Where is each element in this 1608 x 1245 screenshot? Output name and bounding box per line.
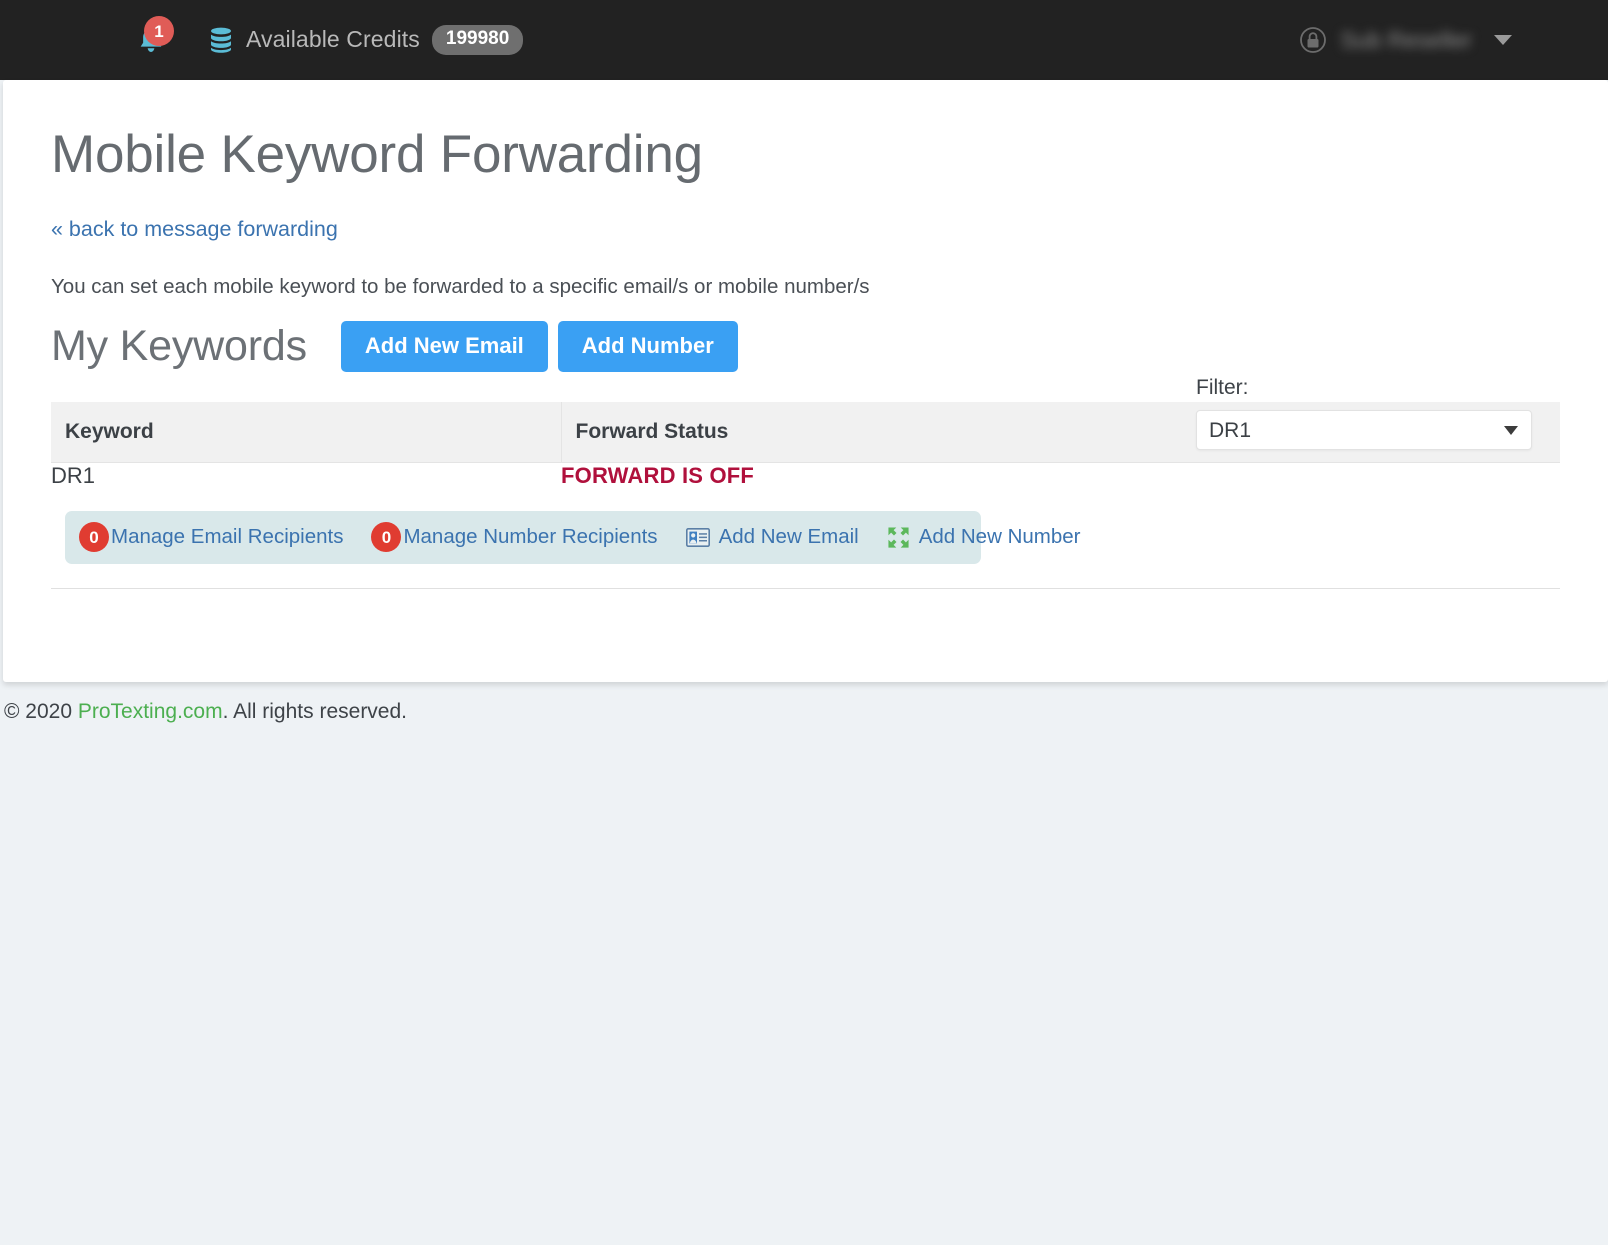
manage-email-recipients-label: Manage Email Recipients [111, 525, 344, 549]
keywords-table-body: DR1 FORWARD IS OFF 0 Manage Email Recipi… [51, 463, 1560, 590]
arrows-expand-icon [888, 527, 909, 548]
vcard-icon [685, 527, 710, 547]
notification-badge: 1 [144, 16, 174, 46]
back-to-message-forwarding-link[interactable]: « back to message forwarding [51, 217, 338, 242]
database-icon [211, 27, 231, 53]
row-divider [51, 588, 1560, 590]
footer-brand-link[interactable]: ProTexting.com [78, 700, 223, 723]
table-row: DR1 FORWARD IS OFF [51, 463, 1560, 490]
topbar-left-group: 1 Available Credits 199980 [128, 16, 524, 63]
main-content-card: Mobile Keyword Forwarding « back to mess… [3, 80, 1608, 682]
filter-select-wrap: DR1 [1196, 410, 1532, 450]
manage-number-recipients-link[interactable]: 0 Manage Number Recipients [371, 522, 658, 553]
page-title: Mobile Keyword Forwarding [51, 125, 703, 184]
row-actions-bar: 0 Manage Email Recipients 0 Manage Numbe… [65, 511, 1081, 565]
action-row-cell: 0 Manage Email Recipients 0 Manage Numbe… [51, 489, 1560, 590]
top-navigation-bar: 1 Available Credits 199980 Sub Reseller [0, 0, 1608, 80]
column-header-keyword: Keyword [51, 402, 562, 464]
account-user-name: Sub Reseller [1340, 26, 1472, 53]
available-credits-value: 199980 [431, 25, 524, 55]
lock-icon [1300, 27, 1327, 53]
add-new-email-label: Add New Email [718, 525, 859, 549]
page-footer: © 2020 ProTexting.com. All rights reserv… [0, 700, 1608, 724]
footer-copyright-prefix: © 2020 [4, 700, 78, 723]
keywords-header-row: My Keywords Add New Email Add Number [51, 321, 1560, 373]
filter-block: Filter: DR1 [1196, 376, 1532, 450]
footer-copyright-suffix: . All rights reserved. [222, 700, 407, 723]
number-recipients-count-badge: 0 [371, 522, 402, 553]
add-number-button[interactable]: Add Number [557, 321, 738, 373]
available-credits-label: Available Credits [246, 26, 420, 53]
filter-select[interactable]: DR1 [1196, 410, 1532, 450]
email-recipients-count-badge: 0 [79, 522, 109, 553]
manage-email-recipients-link[interactable]: 0 Manage Email Recipients [79, 522, 344, 553]
manage-number-recipients-label: Manage Number Recipients [403, 525, 658, 549]
available-credits: Available Credits 199980 [210, 25, 524, 55]
notifications-button[interactable]: 1 [128, 16, 174, 63]
card-inner: Mobile Keyword Forwarding « back to mess… [3, 80, 1608, 590]
add-new-number-label: Add New Number [918, 525, 1081, 549]
chevron-down-icon[interactable] [1494, 35, 1512, 45]
section-title: My Keywords [51, 322, 307, 371]
add-new-email-button[interactable]: Add New Email [340, 321, 548, 373]
table-action-row: 0 Manage Email Recipients 0 Manage Numbe… [51, 489, 1560, 590]
cell-forward-status: FORWARD IS OFF [561, 463, 755, 489]
account-menu[interactable]: Sub Reseller [1300, 0, 1512, 80]
intro-text: You can set each mobile keyword to be fo… [51, 275, 870, 299]
cell-keyword: DR1 [51, 463, 96, 489]
filter-label: Filter: [1196, 376, 1249, 399]
add-new-number-link[interactable]: Add New Number [887, 525, 1081, 549]
add-new-email-link[interactable]: Add New Email [685, 525, 859, 549]
